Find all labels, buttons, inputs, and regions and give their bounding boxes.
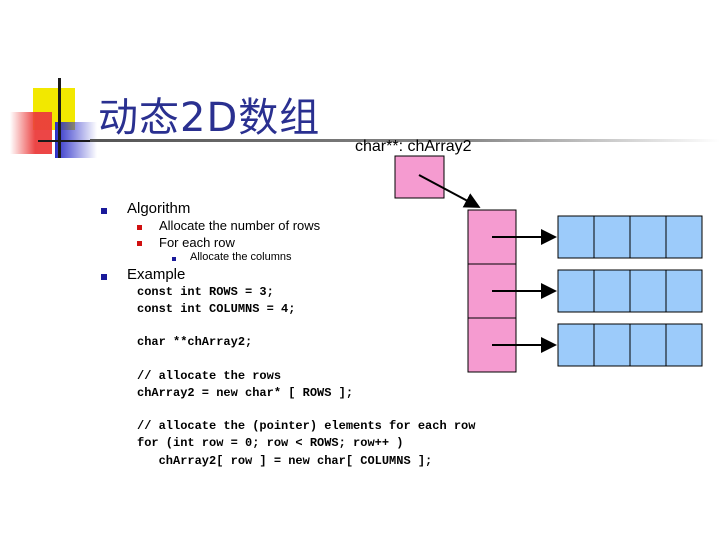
column-cell xyxy=(557,215,595,259)
column-cell xyxy=(557,323,595,367)
column-cell xyxy=(557,269,595,313)
column-cell xyxy=(593,323,631,367)
column-cell xyxy=(629,323,667,367)
column-cell xyxy=(593,215,631,259)
column-cell xyxy=(665,269,703,313)
column-cell xyxy=(629,215,667,259)
pointer-diagram xyxy=(394,155,703,373)
column-cell xyxy=(665,215,703,259)
column-cell xyxy=(665,323,703,367)
column-cell xyxy=(629,269,667,313)
pointer-variable-box xyxy=(394,155,445,199)
column-cell xyxy=(593,269,631,313)
